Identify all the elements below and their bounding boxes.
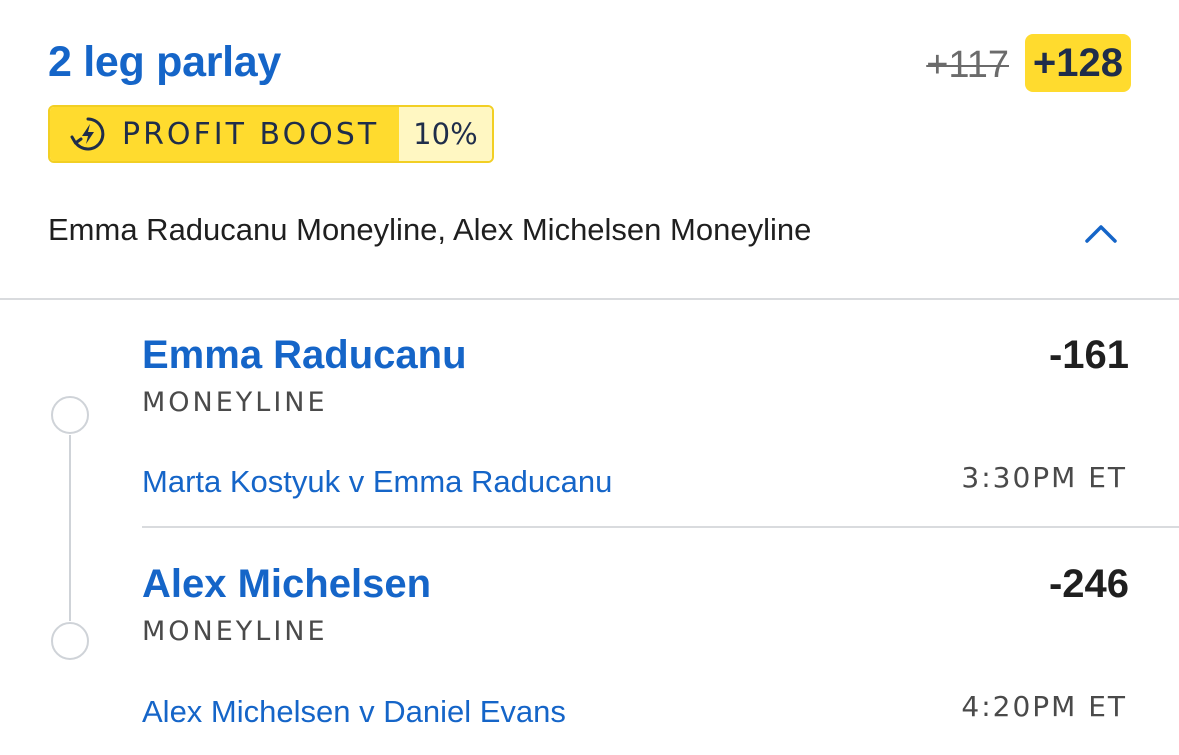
timeline-dot [51,622,89,660]
original-odds: +117 [926,44,1009,86]
timeline-dot [51,396,89,434]
legs-summary: Emma Raducanu Moneyline, Alex Michelsen … [48,212,812,247]
lightning-clock-icon [70,117,105,151]
boosted-odds: +128 [1024,34,1131,92]
collapse-toggle-button[interactable] [1081,213,1121,253]
leg-odds: -246 [1048,562,1129,606]
profit-boost-label: PROFIT BOOST [122,116,380,152]
leg-market: MONEYLINE [142,616,328,647]
leg-selection-name[interactable]: Emma Raducanu [142,333,467,378]
leg-start-time: 4:20PM ET [961,690,1127,723]
profit-boost-badge: PROFIT BOOST 10% [48,105,494,163]
leg-divider [142,526,1179,528]
chevron-up-icon [1085,225,1117,243]
section-divider [0,298,1179,300]
leg-market: MONEYLINE [142,387,328,418]
leg-event-link[interactable]: Alex Michelsen v Daniel Evans [142,694,566,730]
timeline-connector [69,435,71,621]
leg-start-time: 3:30PM ET [961,461,1127,494]
parlay-title: 2 leg parlay [48,38,282,86]
parlay-card: 2 leg parlay +117 +128 PROFIT BOOST 10% … [0,0,1179,755]
profit-boost-percent: 10% [399,107,492,161]
leg-event-link[interactable]: Marta Kostyuk v Emma Raducanu [142,464,612,500]
leg-selection-name[interactable]: Alex Michelsen [142,562,431,607]
leg-odds: -161 [1048,333,1129,377]
profit-boost-main: PROFIT BOOST [50,107,400,161]
